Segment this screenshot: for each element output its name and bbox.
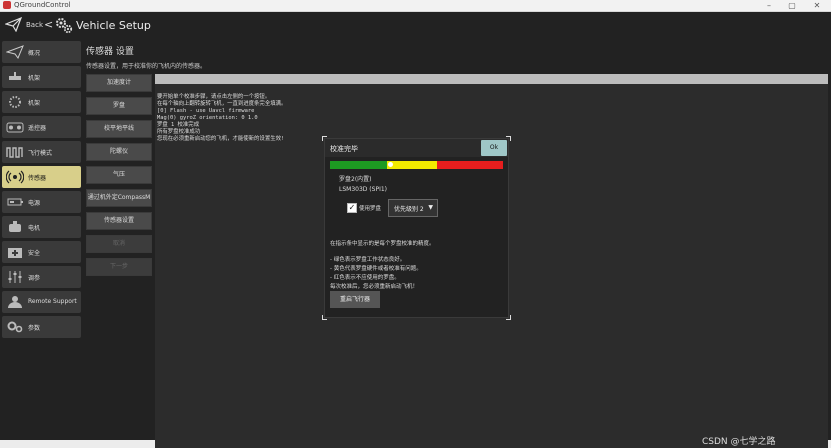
sidebar-item-remote-support[interactable]: Remote Support — [2, 291, 81, 313]
calibration-log: 要开始单个校准步骤，请点击左侧的一个按钮。 在每个轴向上翻转旋转飞机，一直到进度条… — [157, 94, 286, 143]
plane-outline-icon — [6, 45, 24, 59]
close-window-button[interactable]: ✕ — [806, 0, 828, 11]
sidebar-item-label: Remote Support — [28, 298, 77, 305]
sidebar-item-airframe[interactable]: 机架 — [2, 66, 81, 88]
log-line: 罗盘 1 校准完成 — [157, 122, 200, 128]
sidebar-item-label: 概况 — [28, 50, 41, 57]
window-titlebar: QGroundControl – ▢ ✕ — [0, 0, 831, 12]
log-line: 所有罗盘校准成功 — [157, 129, 201, 135]
log-line: [0] Flash - use Uavcl firmware — [157, 108, 255, 114]
compass-priority-select[interactable]: 优先级别 2 ▼ — [388, 199, 438, 217]
motor-icon — [9, 221, 21, 232]
compass-name: 罗盘2(内置) — [339, 176, 372, 183]
use-compass-checkbox[interactable]: ✓ — [347, 203, 357, 213]
minimize-button[interactable]: – — [758, 0, 780, 11]
help-text: 在指示条中显示的是每个罗盘校准的精度。 — [330, 241, 435, 247]
cancel-button[interactable]: 取消 — [86, 235, 152, 253]
remote-support-icon — [8, 296, 22, 308]
battery-icon — [7, 198, 23, 206]
sidebar-item-label: 电源 — [28, 200, 41, 207]
use-compass-label: 使用罗盘 — [359, 206, 382, 212]
compass-quality-bar — [330, 161, 503, 169]
level-horizon-button[interactable]: 校平地平线 — [86, 120, 152, 138]
ok-button[interactable]: Ok — [481, 140, 507, 156]
barometer-button[interactable]: 气压 — [86, 166, 152, 184]
back-arrow-icon[interactable]: < — [44, 18, 53, 31]
help-text: 每次校准后，您必须重新启动飞机！ — [330, 284, 419, 290]
gyroscope-button[interactable]: 陀螺仪 — [86, 143, 152, 161]
wave-icon — [6, 147, 23, 158]
compass-button[interactable]: 罗盘 — [86, 97, 152, 115]
sidebar-item-safety[interactable]: 安全 — [2, 241, 81, 263]
sensor-icon — [6, 170, 24, 184]
quality-green-segment — [330, 161, 388, 169]
safety-icon — [8, 248, 22, 258]
dialog-corner — [322, 315, 327, 320]
compass-sensor-name: LSM303D (SPI1) — [339, 186, 388, 193]
top-toolbar: Back < Vehicle Setup — [0, 12, 831, 38]
sidebar-item-label: 电机 — [28, 225, 41, 232]
sensors-description: 传感器设置，用于校准你的飞机内的传感器。 — [86, 63, 207, 70]
frame-icon — [9, 72, 21, 80]
log-line: Mag(0) gyroZ orientation: 0 1.0 — [157, 115, 258, 121]
sidebar-item-sensors[interactable]: 传感器 — [2, 166, 81, 188]
qgc-app: Back < Vehicle Setup 概况 机架 机架 遥控器 飞行模式 传… — [0, 12, 831, 448]
priority-value: 优先级别 2 — [394, 206, 424, 213]
chevron-down-icon: ▼ — [428, 204, 433, 211]
sidebar-item-label: 遥控器 — [28, 125, 47, 132]
help-text: - 黄色代表罗盘硬件或者校准有问题。 — [330, 266, 422, 272]
sidebar-item-flight-modes[interactable]: 飞行模式 — [2, 141, 81, 163]
setup-sidebar: 概况 机架 机架 遥控器 飞行模式 传感器 电源 电机 安全 调参 Remote… — [2, 41, 81, 341]
sidebar-item-label: 飞行模式 — [28, 150, 53, 157]
sidebar-item-label: 参数 — [28, 325, 41, 332]
dots-circle-icon — [9, 96, 21, 108]
maximize-button[interactable]: ▢ — [781, 0, 803, 11]
radio-icon — [6, 122, 24, 133]
dialog-title: 校准完毕 — [330, 145, 358, 153]
dialog-corner — [506, 315, 511, 320]
help-text: - 红色表示不应使用的罗盘。 — [330, 275, 400, 281]
calibration-progress-bar — [155, 74, 828, 84]
app-logo-icon — [3, 1, 11, 9]
sidebar-item-power[interactable]: 电源 — [2, 191, 81, 213]
log-line: 您现在必须重新启动您的飞机，才能使新的设置生效! — [157, 136, 285, 142]
calibration-progress-fill — [155, 74, 828, 84]
sidebar-item-label: 传感器 — [28, 175, 47, 182]
params-gear-icon — [7, 321, 23, 333]
sidebar-item-motors[interactable]: 电机 — [2, 216, 81, 238]
watermark: CSDN @七学之路 — [702, 437, 776, 447]
sensors-title: 传感器 设置 — [86, 47, 134, 57]
quality-yellow-segment — [387, 161, 438, 169]
sidebar-item-label: 安全 — [28, 250, 41, 257]
sidebar-item-label: 机架 — [28, 100, 41, 107]
next-button[interactable]: 下一步 — [86, 258, 152, 276]
calibration-complete-dialog: 校准完毕 Ok 罗盘2(内置) LSM303D (SPI1) ✓ 使用罗盘 优先… — [322, 136, 511, 320]
sidebar-item-label: 调参 — [28, 275, 41, 282]
reboot-vehicle-button[interactable]: 重启飞行器 — [330, 291, 380, 308]
sidebar-item-tuning[interactable]: 调参 — [2, 266, 81, 288]
log-line: 在每个轴向上翻转旋转飞机，一直到进度条完全填满。 — [157, 101, 287, 107]
quality-red-segment — [437, 161, 503, 169]
sensor-subnav: 加速度计 罗盘 校平地平线 陀螺仪 气压 通过机外定CompassM 传感器设置… — [86, 74, 152, 281]
compassmot-button[interactable]: 通过机外定CompassM — [86, 189, 152, 207]
sidebar-item-summary[interactable]: 概况 — [2, 41, 81, 63]
sidebar-item-parameters[interactable]: 参数 — [2, 316, 81, 338]
log-line: 要开始单个校准步骤，请点击左侧的一个按钮。 — [157, 94, 271, 100]
window-title: QGroundControl — [14, 1, 71, 9]
accelerometer-button[interactable]: 加速度计 — [86, 74, 152, 92]
dialog-header: 校准完毕 Ok — [325, 139, 508, 157]
paper-plane-icon[interactable] — [5, 17, 22, 32]
sidebar-item-label: 机架 — [28, 75, 41, 82]
sliders-icon — [8, 271, 22, 283]
sidebar-item-frame[interactable]: 机架 — [2, 91, 81, 113]
sensor-settings-button[interactable]: 传感器设置 — [86, 212, 152, 230]
sidebar-item-radio[interactable]: 遥控器 — [2, 116, 81, 138]
page-title: Vehicle Setup — [76, 19, 151, 32]
back-button[interactable]: Back — [26, 21, 43, 29]
help-text: - 绿色表示罗盘工作状态良好。 — [330, 257, 406, 263]
gears-icon — [56, 18, 73, 34]
